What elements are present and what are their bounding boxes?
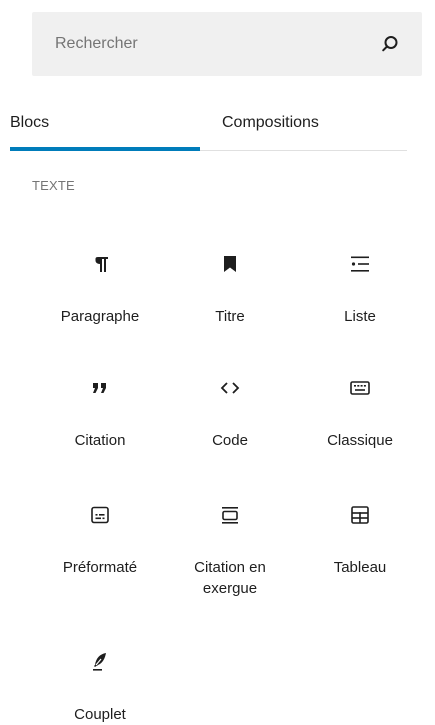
block-label: Paragraphe	[60, 308, 140, 325]
block-list[interactable]: Liste	[300, 252, 420, 327]
table-icon	[348, 503, 372, 527]
block-label: Tableau	[333, 559, 387, 576]
block-verse[interactable]: Couplet	[40, 650, 160, 725]
preformatted-icon	[88, 503, 112, 527]
tab-compositions-label: Compositions	[222, 114, 319, 131]
block-label: Titre	[215, 308, 245, 325]
tab-blocks-label: Blocs	[10, 114, 50, 131]
bookmark-icon	[218, 252, 242, 276]
paragraph-icon	[88, 252, 112, 276]
block-heading[interactable]: Titre	[170, 252, 290, 327]
block-preformatted[interactable]: Préformaté	[40, 503, 160, 578]
inserter-tabs: Blocs Compositions	[10, 96, 407, 151]
tab-blocks[interactable]: Blocs	[10, 96, 200, 151]
search-input[interactable]: Rechercher	[55, 35, 138, 53]
block-classic[interactable]: Classique	[300, 376, 420, 451]
category-heading: TEXTE	[32, 178, 75, 193]
block-label: Préformaté	[62, 559, 138, 576]
search-icon[interactable]	[378, 32, 402, 56]
search-field[interactable]: Rechercher	[32, 12, 422, 76]
block-code[interactable]: Code	[170, 376, 290, 451]
tab-compositions[interactable]: Compositions	[222, 96, 382, 150]
block-table[interactable]: Tableau	[300, 503, 420, 578]
keyboard-icon	[348, 376, 372, 400]
block-paragraph[interactable]: Paragraphe	[40, 252, 160, 327]
block-pullquote[interactable]: Citation en exergue	[170, 503, 290, 599]
pullquote-icon	[218, 503, 242, 527]
quote-icon	[88, 376, 112, 400]
block-quote[interactable]: Citation	[40, 376, 160, 451]
feather-icon	[88, 650, 112, 674]
list-icon	[348, 252, 372, 276]
code-icon	[218, 376, 242, 400]
block-label: Classique	[327, 432, 393, 449]
block-label: Citation	[74, 432, 126, 449]
block-label: Code	[212, 432, 248, 449]
block-label: Liste	[344, 308, 376, 325]
block-label: Citation en exergue	[194, 559, 266, 597]
